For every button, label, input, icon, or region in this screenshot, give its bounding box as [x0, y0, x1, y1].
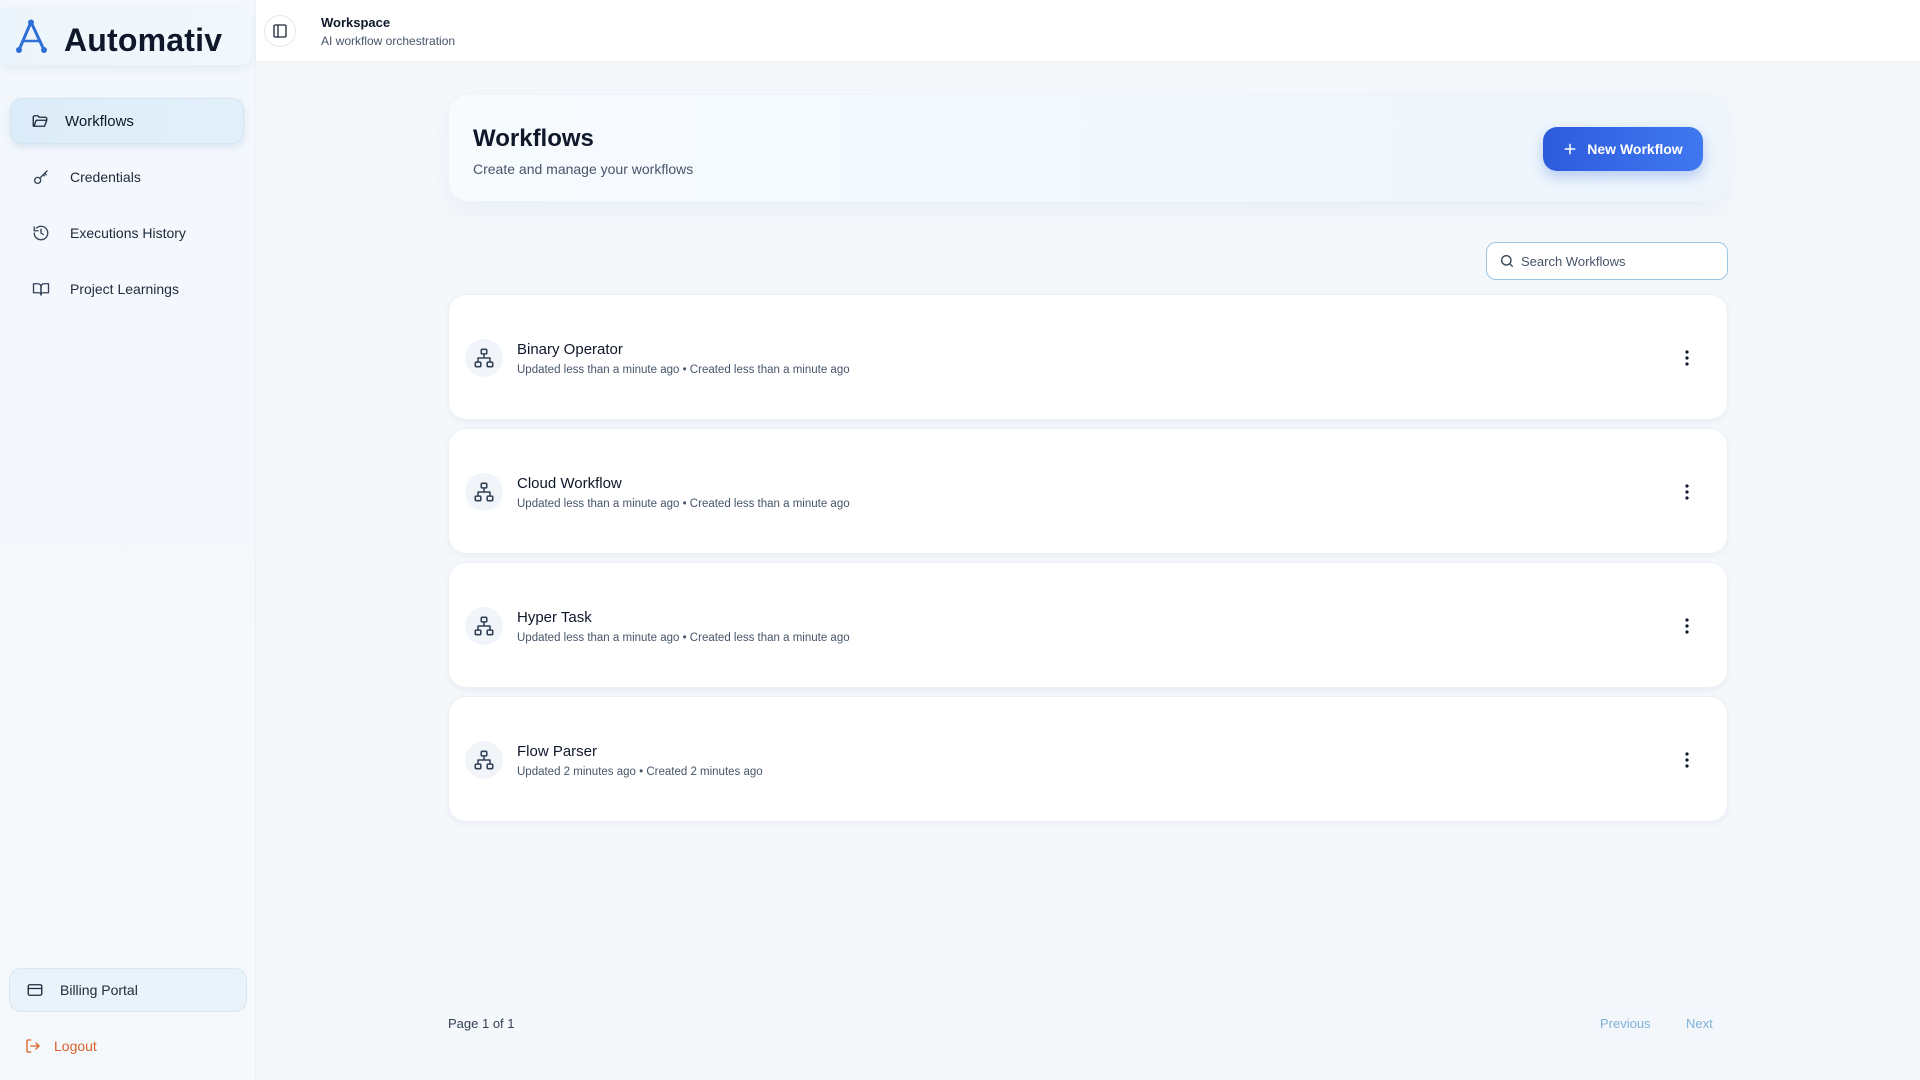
workflow-list: Binary Operator Updated less than a minu… — [448, 294, 1728, 830]
plus-icon — [1564, 143, 1576, 155]
new-workflow-label: New Workflow — [1587, 141, 1683, 157]
workflow-network-icon — [465, 607, 503, 645]
workflow-network-icon — [465, 339, 503, 377]
credit-card-icon — [26, 981, 44, 999]
pagination-info: Page 1 of 1 — [448, 1016, 515, 1031]
brand-name: Automativ — [64, 22, 223, 58]
more-vertical-icon[interactable] — [1677, 615, 1697, 637]
panel-left-icon — [273, 24, 287, 38]
workflow-name[interactable]: Hyper Task — [517, 609, 592, 626]
workflow-row[interactable]: Hyper Task Updated less than a minute ag… — [448, 562, 1728, 688]
workflow-meta: Updated less than a minute ago • Created… — [517, 498, 850, 510]
logout-label: Logout — [54, 1038, 97, 1054]
sidebar-nav: Workflows Credentials Executions History… — [10, 98, 244, 322]
folder-open-icon — [31, 112, 49, 130]
brand[interactable]: Automativ — [0, 8, 252, 65]
workflow-name[interactable]: Cloud Workflow — [517, 475, 622, 492]
sidebar-item-label: Credentials — [70, 169, 141, 185]
sidebar-item-label: Executions History — [70, 225, 186, 241]
topbar: Workspace AI workflow orchestration — [256, 0, 1920, 62]
sidebar-item-workflows[interactable]: Workflows — [10, 98, 244, 144]
new-workflow-button[interactable]: New Workflow — [1543, 127, 1703, 171]
workspace-title: Workspace — [321, 15, 391, 30]
workflow-meta: Updated 2 minutes ago • Created 2 minute… — [517, 766, 763, 778]
page-header-card: Workflows Create and manage your workflo… — [448, 94, 1728, 202]
sidebar-item-label: Project Learnings — [70, 281, 179, 297]
sidebar-item-credentials[interactable]: Credentials — [10, 154, 244, 200]
history-icon — [32, 224, 50, 242]
workflow-meta: Updated less than a minute ago • Created… — [517, 364, 850, 376]
page-subtitle: Create and manage your workflows — [473, 161, 694, 177]
sidebar-toggle-button[interactable] — [264, 15, 296, 47]
previous-page-button[interactable]: Previous — [1590, 1006, 1661, 1040]
sidebar: Automativ Workflows Credentials Executio… — [0, 0, 256, 1080]
book-open-icon — [32, 280, 50, 298]
search-box[interactable] — [1486, 242, 1728, 280]
more-vertical-icon[interactable] — [1677, 749, 1697, 771]
workflow-network-icon — [465, 473, 503, 511]
workflow-row[interactable]: Binary Operator Updated less than a minu… — [448, 294, 1728, 420]
search-icon — [1499, 253, 1515, 269]
search-input[interactable] — [1521, 253, 1711, 269]
page-title: Workflows — [473, 125, 594, 152]
automativ-logo-icon — [16, 19, 47, 53]
key-icon — [32, 168, 50, 186]
sidebar-item-project-learnings[interactable]: Project Learnings — [10, 266, 244, 312]
workflow-meta: Updated less than a minute ago • Created… — [517, 632, 850, 644]
logout-button[interactable]: Logout — [24, 1034, 97, 1058]
sidebar-item-label: Workflows — [65, 112, 134, 130]
billing-portal-label: Billing Portal — [60, 982, 138, 998]
logout-icon — [24, 1037, 42, 1055]
more-vertical-icon[interactable] — [1677, 347, 1697, 369]
sidebar-item-executions-history[interactable]: Executions History — [10, 210, 244, 256]
workspace-subtitle: AI workflow orchestration — [321, 34, 456, 48]
workflow-row[interactable]: Cloud Workflow Updated less than a minut… — [448, 428, 1728, 554]
main-content: Workflows Create and manage your workflo… — [256, 62, 1920, 1080]
workflow-name[interactable]: Flow Parser — [517, 743, 597, 760]
workflow-network-icon — [465, 741, 503, 779]
next-page-button[interactable]: Next — [1676, 1006, 1723, 1040]
more-vertical-icon[interactable] — [1677, 481, 1697, 503]
billing-portal-button[interactable]: Billing Portal — [9, 968, 247, 1012]
workflow-row[interactable]: Flow Parser Updated 2 minutes ago • Crea… — [448, 696, 1728, 822]
workflow-name[interactable]: Binary Operator — [517, 341, 623, 358]
